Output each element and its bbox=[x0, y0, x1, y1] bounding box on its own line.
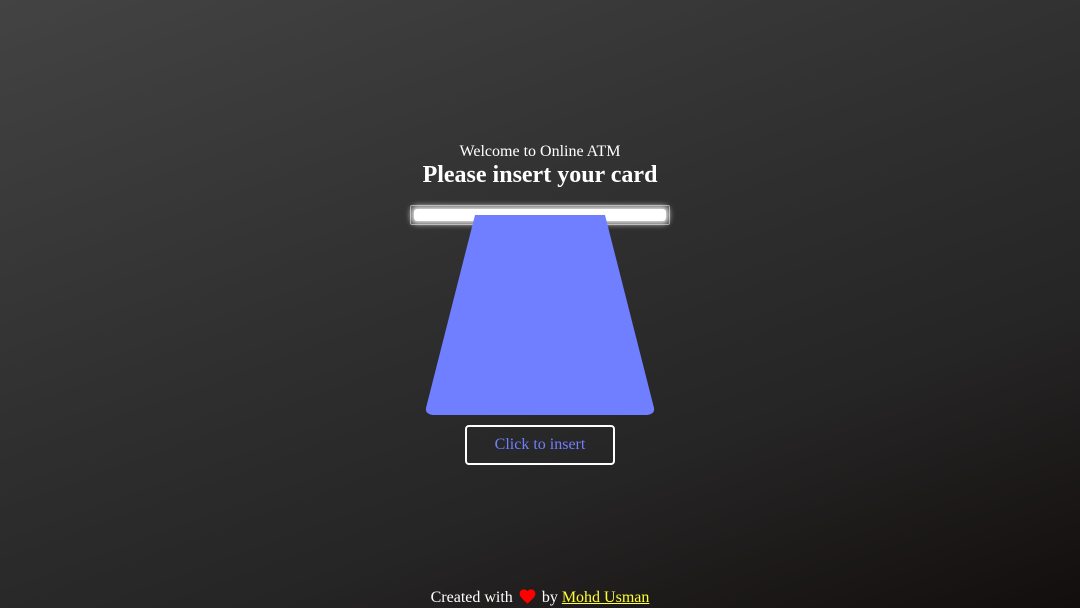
welcome-text: Welcome to Online ATM bbox=[459, 143, 621, 160]
footer: Created with by Mohd Usman bbox=[0, 589, 1080, 607]
heart-icon bbox=[519, 589, 536, 604]
insert-card-button[interactable]: Click to insert bbox=[465, 425, 615, 465]
footer-by: by bbox=[541, 589, 558, 606]
author-link[interactable]: Mohd Usman bbox=[562, 589, 650, 606]
atm-card-shape bbox=[425, 215, 655, 415]
atm-card bbox=[425, 215, 655, 415]
footer-prefix: Created with bbox=[430, 589, 513, 606]
page-title: Please insert your card bbox=[422, 162, 658, 188]
